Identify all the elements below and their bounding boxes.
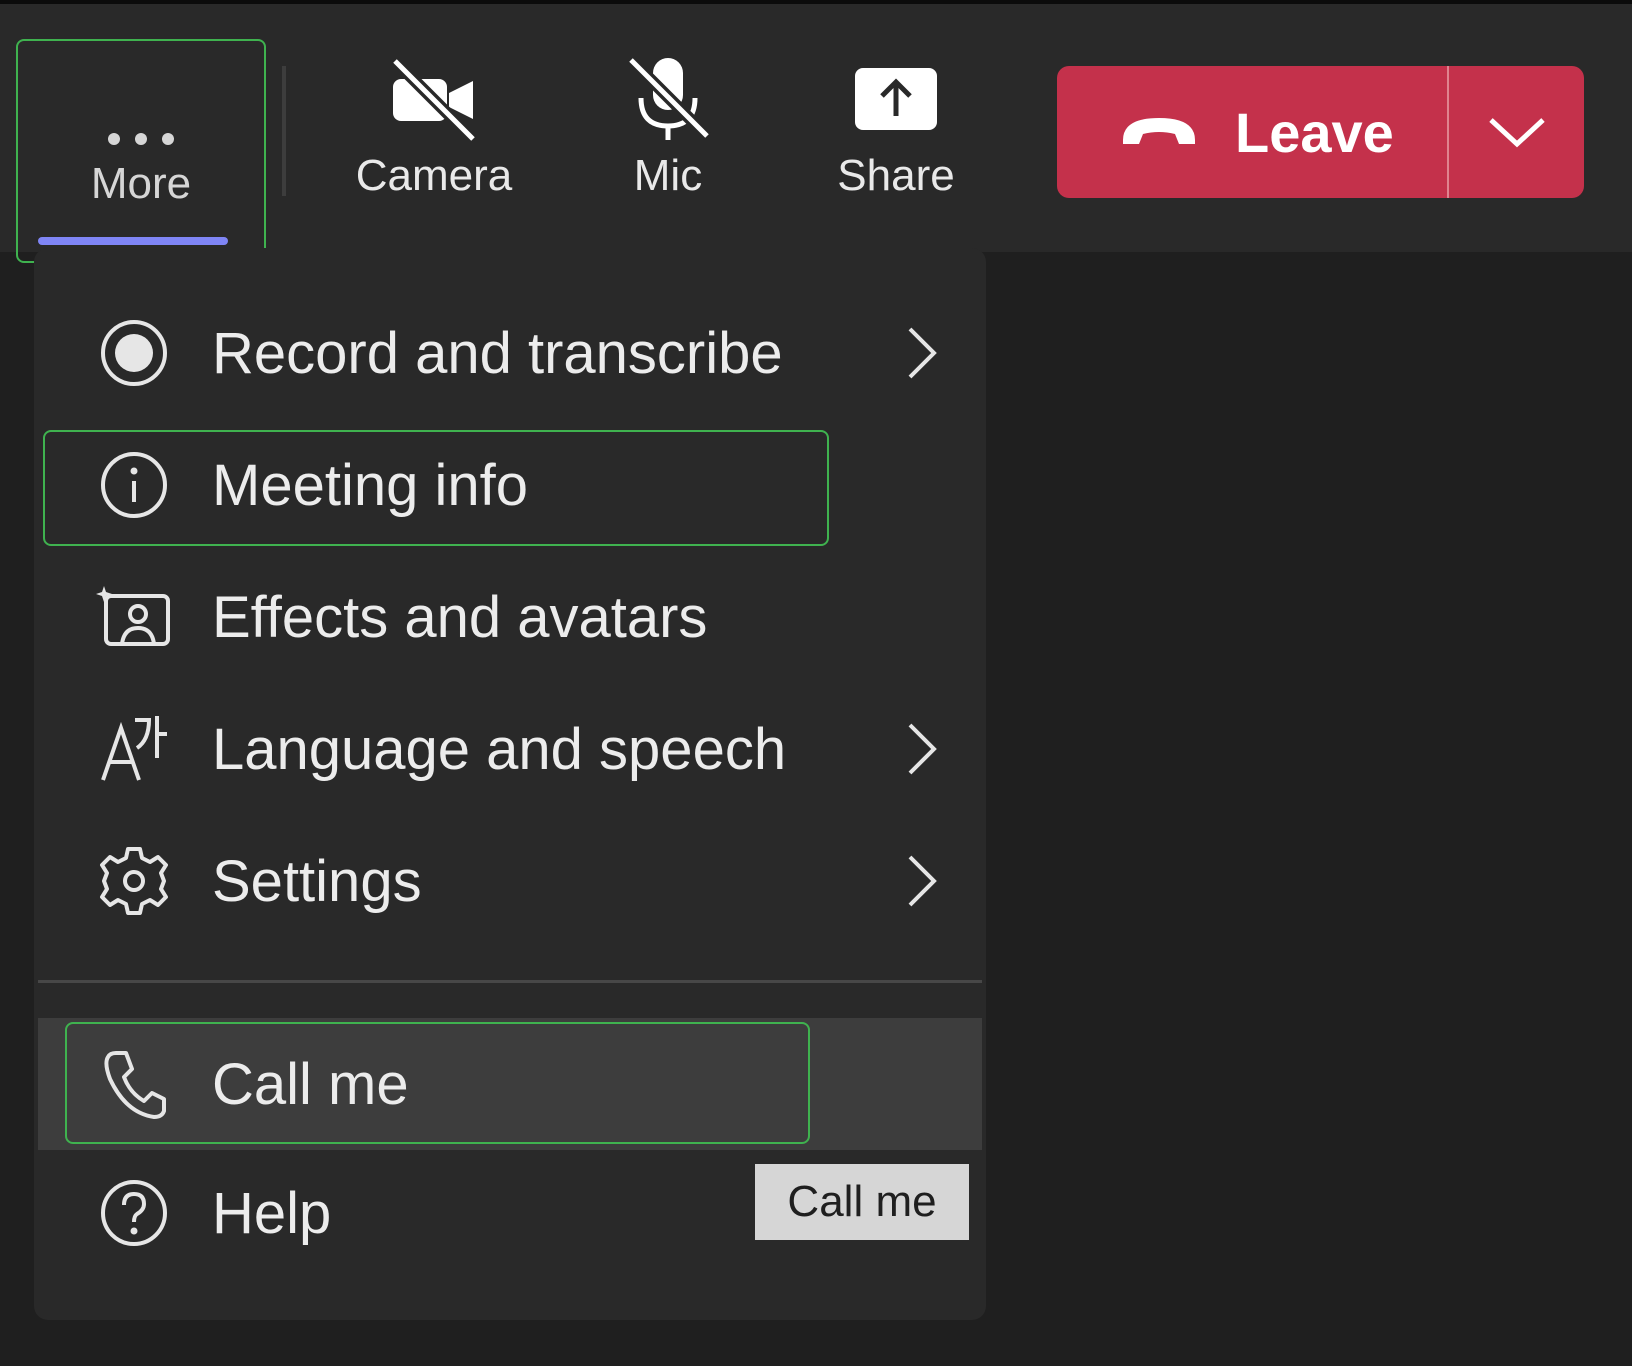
camera-label: Camera [355,151,513,200]
menu-item-meeting-info[interactable]: Meeting info [34,422,986,548]
record-icon [96,315,172,391]
share-button[interactable]: Share [830,44,962,224]
chevron-right-icon [908,327,937,379]
menu-item-settings[interactable]: Settings [34,818,986,944]
leave-options-button[interactable] [1449,66,1584,198]
camera-button[interactable]: Camera [348,44,520,224]
info-icon [96,447,172,523]
call-me-tooltip: Call me [755,1164,969,1240]
leave-label: Leave [1235,100,1394,164]
chevron-down-icon [1488,118,1545,148]
share-label: Share [837,151,955,200]
gear-icon [96,843,172,919]
help-icon [96,1175,172,1251]
camera-off-icon [389,44,479,154]
menu-item-label: Language and speech [212,716,787,782]
mic-label: Mic [633,151,703,200]
mic-off-icon [623,44,713,154]
toolbar-divider [282,66,286,196]
menu-item-effects[interactable]: Effects and avatars [34,554,986,680]
chevron-right-icon [908,723,937,775]
menu-item-label: Meeting info [212,452,528,518]
menu-item-label: Settings [212,848,422,914]
menu-item-language[interactable]: Language and speech [34,686,986,812]
menu-item-label: Effects and avatars [212,584,708,650]
phone-hangup-icon [1119,110,1199,155]
menu-item-record[interactable]: Record and transcribe [34,290,986,416]
more-icon [106,41,176,159]
menu-item-label: Help [212,1180,332,1246]
more-menu: Record and transcribe Meeting info Effec… [34,248,986,1320]
mic-button[interactable]: Mic [612,44,724,224]
phone-icon [96,1046,172,1122]
language-icon [96,711,172,787]
chevron-right-icon [908,855,937,907]
menu-divider [38,980,982,983]
effects-icon [96,579,172,655]
meeting-toolbar: More Camera Mic Share Leave [0,4,1632,263]
more-label: More [90,159,192,208]
active-indicator [38,237,228,245]
menu-item-label: Call me [212,1051,409,1117]
leave-button[interactable]: Leave [1057,66,1584,198]
menu-item-label: Record and transcribe [212,320,783,386]
menu-item-call-me[interactable]: Call me [38,1018,982,1150]
leave-main[interactable]: Leave [1057,66,1447,198]
more-button[interactable]: More [16,39,266,263]
share-icon [853,44,939,154]
